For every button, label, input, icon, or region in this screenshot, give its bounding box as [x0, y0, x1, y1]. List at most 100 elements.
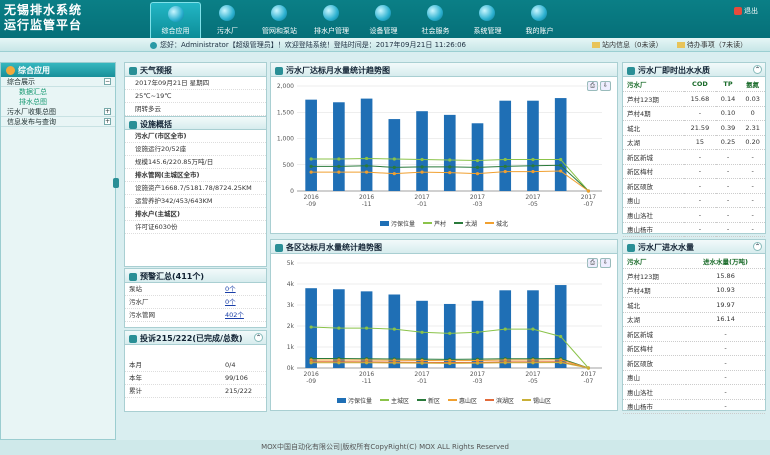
legend-item[interactable]: 锡山区 [522, 396, 551, 405]
plant-chart-title: 污水厂达标月水量统计趋势图 [271, 63, 617, 77]
sidebar: 综合应用 综合展示 − 数据汇总 排水总图 污水厂收集总图 + 信息发布与查询 + [0, 62, 116, 440]
complaint-row: 本月 0/4 [125, 359, 266, 372]
column-header: 进水水量(万吨) [686, 254, 765, 269]
table-cell: - [686, 326, 765, 342]
bar [416, 111, 428, 191]
x-tick-label: 2017 -05 [525, 371, 540, 385]
expand-icon[interactable]: + [104, 118, 111, 125]
legend-item[interactable]: 污保位量 [379, 219, 415, 228]
nav-item-account[interactable]: 我的账户 [514, 2, 565, 38]
sidebar-group-collection[interactable]: 污水厂收集总图 + [1, 107, 115, 117]
table-row: 新区新城 - - - [623, 149, 765, 165]
nav-item-network[interactable]: 管网和泵站 [254, 2, 305, 38]
series-point [309, 361, 313, 365]
series-point [420, 165, 424, 169]
app-title-line1: 无锡排水系统 [4, 3, 83, 17]
legend-swatch [379, 399, 389, 401]
table-cell: 惠山洛社 [623, 384, 687, 400]
table-cell: 芦村4期 [623, 106, 685, 121]
legend-item[interactable]: 滨湖区 [485, 396, 514, 405]
todo-link[interactable]: 待办事项（7未读） [676, 41, 753, 49]
legend-item[interactable]: 芦村 [422, 219, 446, 228]
collapse-icon[interactable]: ⌃ [753, 242, 762, 251]
y-tick-label: 3k [287, 302, 295, 309]
household-title: 排水户(主城区) [125, 208, 266, 221]
legend-swatch [422, 222, 432, 224]
bar [471, 123, 484, 191]
nav-item-social[interactable]: 社会服务 [410, 2, 461, 38]
nav-item-sewage-plant[interactable]: 污水厂 [202, 2, 253, 38]
series-point [586, 189, 591, 193]
series-point [364, 156, 369, 161]
table-cell: 15.68 [684, 91, 716, 107]
nav-item-comprehensive[interactable]: 综合应用 [150, 2, 201, 38]
sidebar-collapse-handle[interactable] [113, 178, 119, 188]
table-cell: 新区硕放 [623, 355, 687, 371]
legend-item[interactable]: 新区 [416, 396, 440, 405]
table-header: 污水厂 进水水量(万吨) [623, 254, 765, 269]
series-point [392, 157, 396, 161]
collapse-icon[interactable]: ⌃ [753, 65, 762, 74]
messages-link[interactable]: 站内信息（0未读） [592, 41, 668, 49]
table-cell: 惠山 [623, 370, 687, 385]
facility-title: 设施概括 [125, 116, 266, 130]
column-header: TP [715, 77, 741, 92]
district-chart-panel: 各区达标月水量统计趋势图 ⎙ ⇩ 0k 1k 2k 3k 4k 5k 2016 -09 2016-… [270, 239, 618, 411]
footer: MOX中国自动化有限公司|版权所有CopyRight(C) MOX ALL Ri… [0, 440, 770, 455]
series-point [364, 170, 369, 174]
series-point [337, 326, 341, 330]
legend-label: 新区 [427, 397, 440, 405]
sidebar-item-data-summary[interactable]: 数据汇总 [1, 87, 115, 97]
table-cell: 0.20 [740, 135, 765, 150]
series-point [559, 334, 563, 339]
collapse-icon[interactable]: − [104, 78, 111, 85]
sewage-line1: 设施运行20/52座 [125, 143, 266, 156]
table-cell: 0.39 [715, 120, 741, 136]
table-cell: 芦村4期 [623, 283, 687, 298]
series-point [392, 165, 396, 169]
water-icon [627, 243, 635, 252]
user-icon [531, 5, 547, 21]
legend-item[interactable]: 惠山区 [448, 396, 477, 405]
series-point [531, 327, 535, 331]
sidebar-item-drainage-map[interactable]: 排水总图 [1, 97, 115, 107]
legend-item[interactable]: 主城区 [379, 396, 409, 405]
bar [554, 98, 567, 191]
collapse-icon[interactable]: ⌃ [254, 333, 263, 342]
legend-label: 城北 [496, 220, 509, 228]
district-chart-legend: 污保位量 主城区 新区 惠山区 滨湖区 锡山区 [271, 395, 617, 405]
nav-item-system[interactable]: 系统管理 [462, 2, 513, 38]
series-point [337, 361, 341, 365]
series-point [475, 172, 480, 176]
sidebar-group-display[interactable]: 综合展示 − [1, 77, 115, 87]
alarm-panel: 预警汇总(411个) 泵站 0个 污水厂 0个 污水管网 402个 [124, 268, 267, 328]
complaint-row: 累计 215/222 [125, 385, 266, 398]
table-cell: 惠山杨市 [623, 399, 687, 414]
alarm-row: 污水厂 0个 [125, 296, 266, 309]
series-point [337, 170, 341, 174]
app-logo: 无锡排水系统 运行监管平台 [4, 3, 82, 33]
sidebar-group-info[interactable]: 信息发布与查询 + [1, 117, 115, 127]
column-header: 氨氮 [740, 77, 765, 92]
nav-item-equipment[interactable]: 设备管理 [358, 2, 409, 38]
series-point [475, 165, 480, 169]
table-cell: - [686, 355, 765, 371]
expand-icon[interactable]: + [104, 108, 111, 115]
table-row: 太湖 16.14 [623, 312, 765, 327]
table-cell: - [740, 178, 765, 194]
table-cell: - [686, 399, 765, 414]
nav-item-household[interactable]: 排水户管理 [306, 2, 357, 38]
logout-button[interactable]: 退出 [734, 6, 758, 16]
table-row: 惠山杨市 - - - [623, 222, 765, 237]
home-icon [168, 6, 184, 22]
legend-item[interactable]: 太湖 [454, 219, 477, 228]
table-cell: - [715, 193, 741, 208]
legend-item[interactable]: 污保位量 [336, 396, 372, 405]
legend-item[interactable]: 城北 [485, 219, 508, 228]
table-cell: - [684, 106, 716, 121]
table-cell: 10.93 [686, 283, 765, 298]
table-cell: 0.03 [740, 91, 765, 107]
alarm-title: 预警汇总(411个) [125, 269, 266, 283]
outflow-quality-panel: 污水厂即时出水水质 ⌃ 污水厂 COD TP 氨氮 芦村123期 15.68 0.14 0.03… [622, 62, 766, 237]
sewage-line2: 规模145.6/220.85万吨/日 [125, 156, 266, 169]
